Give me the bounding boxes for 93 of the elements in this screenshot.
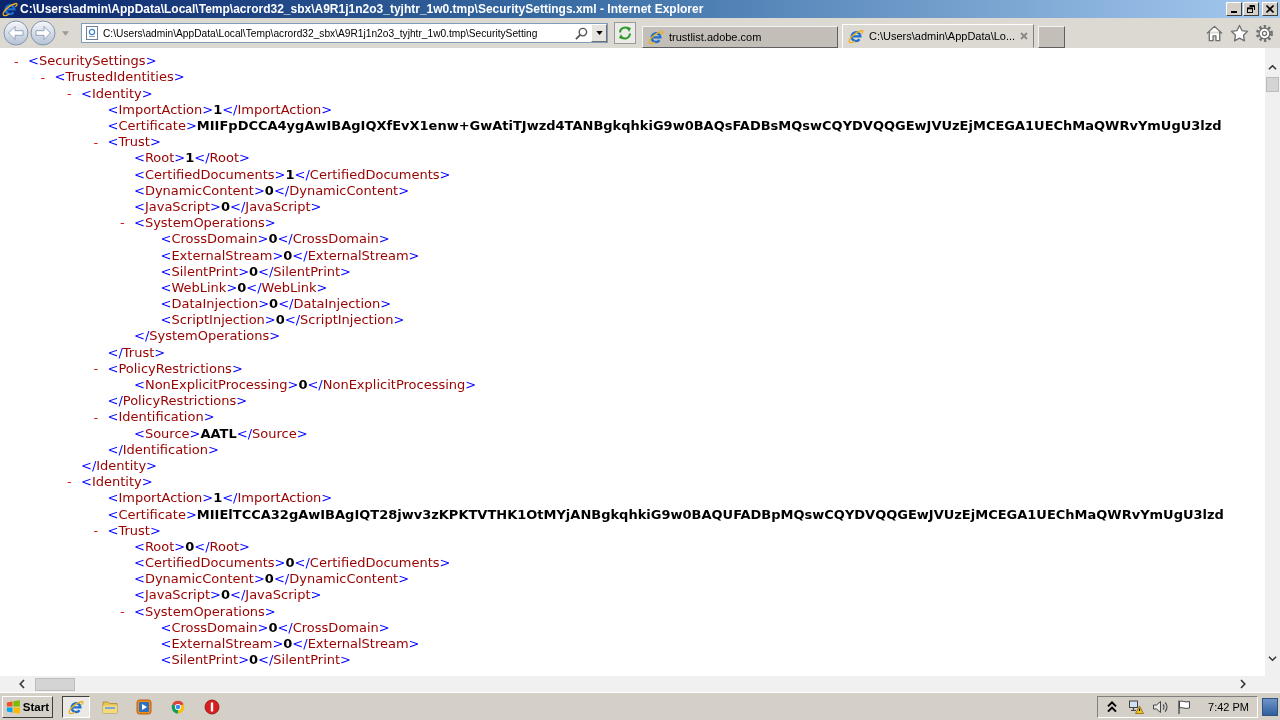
xml-element: <Root>1</Root> — [134, 150, 250, 166]
folder-icon — [102, 698, 118, 715]
xml-element: <Certificate>MIIElTCCA32gAwIBAgIQT28jwv3zKPKTVTHK1OtMYjANBgkqhkiG9w0BAQUFADBpMQswCQYDVQQGEwJVUzEjMCEGA1UEChMaQWRvYmUgU3lzd — [107, 506, 1224, 523]
xml-close-tag: </Identity> — [81, 458, 157, 474]
xml-element: <Certificate>MIIFpDCCA4ygAwIBAgIQXfEvX1enw+GwAtiTJwzd4TANBgkqhkiG9w0BAQsFADBsMQswCQYDVQQGEwJVUzEjMCEGA1UEChMaQWRvYmUgU3lzd — [107, 118, 1222, 134]
settings-icon[interactable] — [1255, 23, 1274, 43]
refresh-icon — [617, 25, 633, 41]
xml-open-tag: <SystemOperations> — [134, 215, 276, 231]
xml-element: <DynamicContent>0</DynamicContent> — [134, 182, 410, 199]
xml-close-tag: </PolicyRestrictions> — [107, 393, 248, 409]
speaker-icon[interactable] — [1152, 698, 1169, 715]
show-desktop-button[interactable] — [1262, 697, 1278, 716]
restore-button[interactable] — [1243, 2, 1259, 16]
xml-element: <ImportAction>1</ImportAction> — [107, 490, 333, 506]
xml-open-tag: <Identity> — [81, 474, 153, 490]
start-button[interactable]: Start — [2, 695, 53, 718]
collapse-toggle[interactable]: - — [67, 475, 72, 489]
xml-element: <JavaScript>0</JavaScript> — [134, 199, 322, 215]
xml-element: <DataInjection>0</DataInjection> — [160, 296, 392, 312]
scrollbar-thumb[interactable] — [1266, 77, 1279, 92]
xml-element: <WebLink>0</WebLink> — [160, 279, 328, 296]
collapse-toggle[interactable]: - — [40, 70, 46, 84]
xml-open-tag: <PolicyRestrictions> — [107, 360, 243, 377]
collapse-toggle[interactable]: - — [93, 362, 99, 376]
browser-tab[interactable]: C:\Users\admin\AppData\Lo... — [842, 24, 1034, 48]
xml-element: <NonExplicitProcessing>0</NonExplicitProcessing> — [134, 377, 477, 393]
e-logo-icon — [2, 1, 18, 17]
address-dropdown-button[interactable] — [591, 24, 607, 42]
collapse-toggle[interactable]: - — [67, 86, 72, 100]
xml-close-tag: </SystemOperations> — [134, 328, 281, 345]
address-field[interactable]: C:\Users\admin\AppData\Local\Temp\acrord32_sbx\A9R1j1n2o3_tyjhtr_1w0.tmp\SecuritySetting — [103, 27, 572, 39]
xml-open-tag: <Identity> — [81, 85, 153, 102]
xml-element: <CrossDomain>0</CrossDomain> — [160, 231, 390, 247]
xml-element: <SilentPrint>0</SilentPrint> — [160, 263, 351, 280]
scrollbar-thumb[interactable] — [35, 677, 75, 691]
play-tile-icon — [136, 698, 152, 715]
taskbar-button[interactable] — [62, 695, 90, 718]
xml-element: <CertifiedDocuments>0</CertifiedDocuments> — [134, 555, 451, 571]
collapse-toggle[interactable]: - — [93, 410, 99, 424]
clock[interactable]: 7:42 PM — [1208, 700, 1249, 713]
xml-element: <CertifiedDocuments>1</CertifiedDocuments> — [134, 166, 451, 183]
xml-element: <DynamicContent>0</DynamicContent> — [134, 571, 410, 587]
browser-tab[interactable]: trustlist.adobe.com — [642, 26, 838, 48]
xml-open-tag: <SystemOperations> — [134, 603, 276, 620]
collapse-toggle[interactable]: - — [93, 524, 99, 538]
xml-open-tag: <SecuritySettings> — [28, 53, 157, 69]
flag-icon[interactable] — [1176, 698, 1193, 715]
scroll-left-icon[interactable] — [19, 679, 25, 689]
star-icon[interactable] — [1230, 23, 1249, 43]
close-icon[interactable] — [1020, 32, 1029, 40]
scroll-down-icon[interactable] — [1268, 656, 1277, 662]
scroll-right-icon[interactable] — [1240, 679, 1246, 689]
xml-element: <ScriptInjection>0</ScriptInjection> — [160, 312, 405, 328]
e-logo-icon — [648, 29, 664, 45]
windows-flag-icon — [6, 698, 21, 715]
collapse-toggle[interactable]: - — [14, 54, 19, 68]
back-icon[interactable] — [3, 20, 29, 46]
new-tab-button[interactable] — [1038, 26, 1065, 48]
minimize-button[interactable] — [1226, 2, 1242, 16]
xml-element: <ExternalStream>0</ExternalStream> — [160, 247, 420, 264]
xml-close-tag: </Trust> — [107, 344, 166, 361]
close-icon — [1266, 5, 1274, 13]
xml-open-tag: <Trust> — [107, 134, 161, 150]
xml-element: <Source>AATL</Source> — [134, 425, 308, 442]
page-icon — [84, 25, 100, 41]
home-icon[interactable] — [1205, 23, 1224, 43]
xml-element: <ImportAction>1</ImportAction> — [107, 101, 333, 118]
forward-icon[interactable] — [30, 20, 56, 46]
network-warning-icon[interactable] — [1128, 698, 1145, 715]
alert-circle-icon — [204, 698, 220, 715]
close-window-button[interactable] — [1262, 2, 1278, 16]
xml-open-tag: <TrustedIdentities> — [54, 69, 185, 86]
restore-icon — [1247, 5, 1255, 13]
xml-open-tag: <Identification> — [107, 409, 215, 425]
xml-open-tag: <Trust> — [107, 522, 161, 539]
window-title: C:\Users\admin\AppData\Local\Temp\acrord32_sbx\A9R1j1n2o3_tyjhtr_1w0.tmp\SecuritySettings.xml - Internet Explorer — [20, 2, 705, 16]
xml-element: <SilentPrint>0</SilentPrint> — [160, 652, 351, 668]
collapse-toggle[interactable]: - — [120, 604, 125, 618]
collapse-toggle[interactable]: - — [93, 135, 99, 149]
caret-down-icon — [595, 31, 603, 35]
xml-close-tag: </Identification> — [107, 441, 219, 458]
refresh-button[interactable] — [614, 22, 636, 44]
e-logo-icon — [848, 28, 864, 44]
browser-logo-icon — [170, 698, 186, 715]
xml-element: <JavaScript>0</JavaScript> — [134, 587, 322, 604]
xml-element: <Root>0</Root> — [134, 538, 250, 555]
address-bar[interactable]: C:\Users\admin\AppData\Local\Temp\acrord32_sbx\A9R1j1n2o3_tyjhtr_1w0.tmp\SecuritySetting — [81, 23, 608, 43]
search-icon[interactable] — [575, 26, 588, 40]
e-logo-icon — [68, 698, 84, 715]
xml-element: <CrossDomain>0</CrossDomain> — [160, 619, 390, 636]
collapse-toggle[interactable]: - — [120, 216, 125, 230]
xml-element: <ExternalStream>0</ExternalStream> — [160, 636, 420, 652]
scroll-up-icon[interactable] — [1268, 64, 1277, 70]
